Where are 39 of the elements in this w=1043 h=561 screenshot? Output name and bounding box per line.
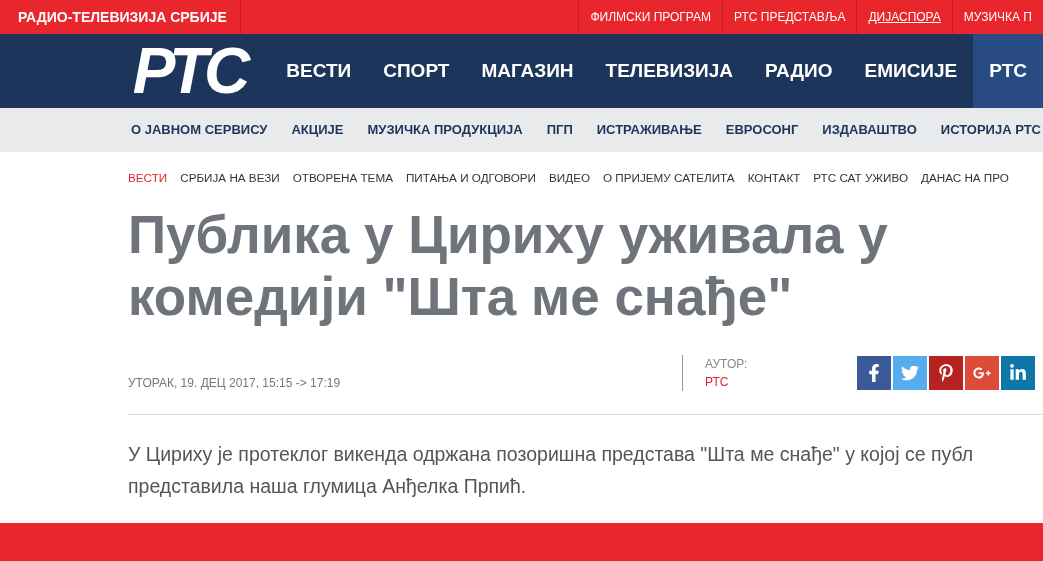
section-link[interactable]: ВЕСТИ (128, 169, 168, 187)
facebook-button[interactable] (857, 355, 891, 390)
nav-tab[interactable]: МАГАЗИН (465, 34, 590, 108)
sub-nav-link[interactable]: АКЦИЈЕ (291, 120, 344, 140)
nav-tab[interactable]: ЕМИСИЈЕ (848, 34, 974, 108)
author: РТС (705, 373, 730, 391)
sub-nav-link[interactable]: ПГП (546, 120, 573, 140)
section-link[interactable]: СРБИЈА НА ВЕЗИ (180, 169, 280, 187)
sub-nav-link[interactable]: О ЈАВНОМ СЕРВИСУ (131, 120, 268, 140)
section-link[interactable]: РТС САТ УЖИВО (813, 169, 908, 187)
author-label: АУТОР: (705, 355, 749, 373)
sub-nav-link[interactable]: ЕВРОСОНГ (725, 120, 799, 140)
section-link[interactable]: КОНТАКТ (747, 169, 801, 187)
section-link[interactable]: ОТВОРЕНА ТЕМА (292, 169, 393, 187)
pinterest-button[interactable] (929, 355, 963, 390)
nav-tab[interactable]: РТС (973, 34, 1043, 108)
twitter-icon (901, 363, 919, 382)
sub-nav-link[interactable]: ИСТОРИЈА РТС (940, 120, 1041, 140)
nav-tab[interactable]: РАДИО (749, 34, 849, 108)
logo[interactable]: РТС (132, 39, 247, 103)
section-link[interactable]: ДАНАС НА ПРО (921, 169, 1009, 187)
headline: Публика у Цириху уживала у комедији "Шта ме снађе" (128, 203, 889, 328)
lead-paragraph: У Цириху је протеклог викенда одржана позоришна представа "Шта ме снађе" у којој се публ (128, 441, 975, 467)
site-name: РАДИО-ТЕЛЕВИЗИЈА СРБИЈЕ (18, 7, 227, 27)
google-plus-button[interactable] (965, 355, 999, 390)
nav-tab[interactable]: ТЕЛЕВИЗИЈА (589, 34, 750, 108)
sub-nav-link[interactable]: МУЗИЧКА ПРОДУКЦИЈА (367, 120, 523, 140)
section-link[interactable]: ВИДЕО (549, 169, 590, 187)
nav-tab[interactable]: СПОРТ (367, 34, 466, 108)
section-link[interactable]: О ПРИЈЕМУ САТЕЛИТА (603, 169, 735, 187)
linkedin-icon (1009, 363, 1027, 382)
nav-tab[interactable]: ВЕСТИ (270, 34, 368, 108)
section-link[interactable]: ПИТАЊА И ОДГОВОРИ (405, 169, 536, 187)
sub-nav-link[interactable]: ИСТРАЖИВАЊЕ (596, 120, 702, 140)
linkedin-button[interactable] (1001, 355, 1035, 390)
lead-paragraph: представила наша глумица Анђелка Прпић. (128, 473, 528, 499)
pinterest-icon (937, 363, 955, 382)
date: УТОРАК, 19. ДЕЦ 2017, 15:15 -> 17:19 (128, 374, 342, 392)
sub-nav-link[interactable]: ИЗДАВАШТВО (822, 120, 917, 140)
